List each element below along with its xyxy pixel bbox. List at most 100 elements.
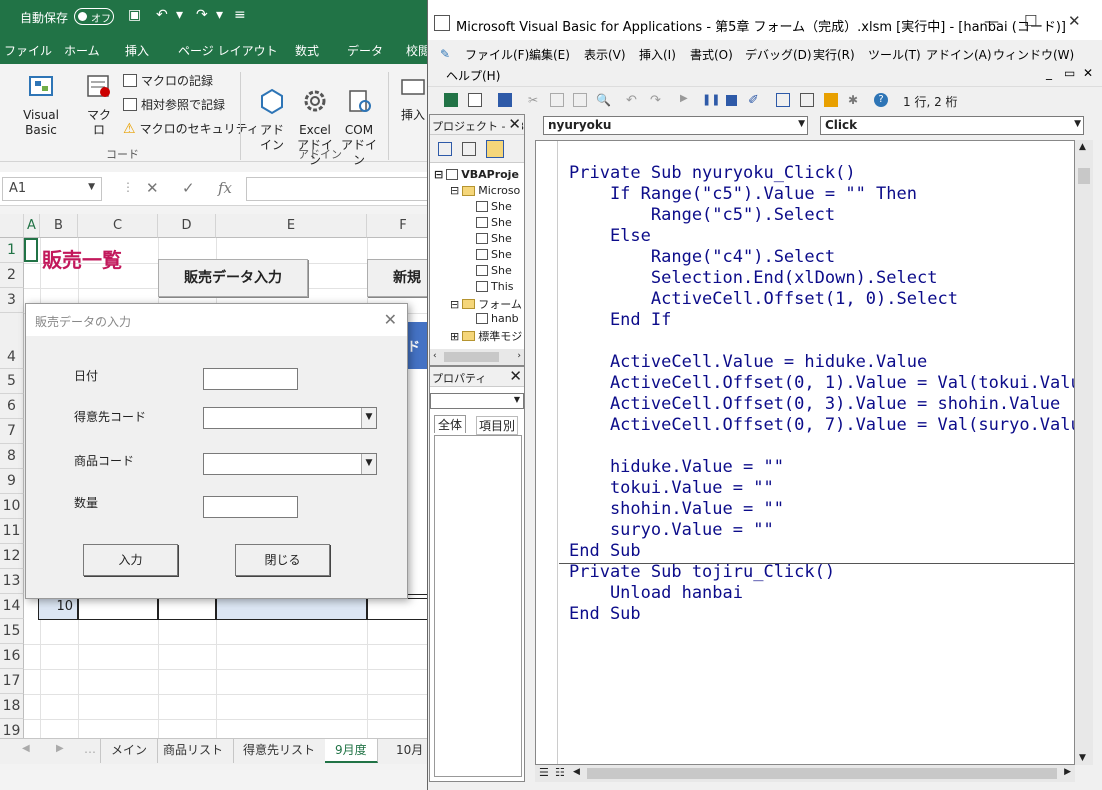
row-header[interactable]: 7 <box>0 419 24 444</box>
formula-input[interactable] <box>246 177 446 201</box>
undo-dropdown-icon[interactable]: ▾ <box>176 7 183 23</box>
tree-sheet[interactable]: She <box>476 216 512 229</box>
save-icon[interactable]: ▣ <box>128 7 141 23</box>
redo-icon[interactable]: ↷ <box>196 7 208 23</box>
tab-file[interactable]: ファイル <box>4 42 52 59</box>
paste-icon[interactable] <box>573 93 587 107</box>
chevron-down-icon[interactable]: ▼ <box>361 454 376 474</box>
code-vscroll[interactable]: ▲ ▼ <box>1075 140 1093 765</box>
menu-addins[interactable]: アドイン(A) <box>926 46 992 63</box>
tab-data[interactable]: データ <box>347 42 383 59</box>
row-header[interactable]: 14 <box>0 594 24 619</box>
run-icon[interactable]: ▶ <box>680 93 694 107</box>
relative-reference-button[interactable]: 相対参照で記録 <box>123 96 225 113</box>
tree-sheet[interactable]: She <box>476 232 512 245</box>
tab-page-layout[interactable]: ページ レイアウト <box>178 42 278 59</box>
cut-icon[interactable]: ✂ <box>528 93 542 107</box>
row-header[interactable]: 15 <box>0 619 24 644</box>
properties-tab-category[interactable]: 項目別 <box>476 416 519 435</box>
product-code-combo[interactable]: ▼ <box>203 453 377 475</box>
tree-excel-objects[interactable]: ⊟ Microso <box>450 184 520 197</box>
menu-debug[interactable]: デバッグ(D) <box>745 46 812 63</box>
scroll-left-icon[interactable]: ◀ <box>573 767 580 777</box>
stop-icon[interactable] <box>726 95 737 106</box>
select-all-corner[interactable] <box>0 214 24 238</box>
menu-run[interactable]: 実行(R) <box>813 46 855 63</box>
full-module-view-icon[interactable]: ☷ <box>555 766 565 779</box>
tree-sheet[interactable]: She <box>476 264 512 277</box>
com-addin-button[interactable]: COM アドイン <box>338 72 380 183</box>
quantity-input[interactable] <box>203 496 298 518</box>
properties-icon[interactable] <box>800 93 814 107</box>
procedure-view-icon[interactable]: ☰ <box>539 766 549 779</box>
column-header[interactable]: C <box>78 214 158 238</box>
properties-tab-all[interactable]: 全体 <box>434 415 467 433</box>
insert-userform-icon[interactable] <box>468 93 482 107</box>
menu-view[interactable]: 表示(V) <box>584 46 626 63</box>
code-editor[interactable]: Private Sub nyuryoku_Click() If Range("c… <box>535 140 1075 765</box>
more-sheets-icon[interactable]: … <box>84 742 96 756</box>
excel-addin-button[interactable]: Excel アドイン <box>294 72 336 183</box>
view-excel-icon[interactable] <box>444 93 458 107</box>
copy-icon[interactable] <box>550 93 564 107</box>
row-header[interactable]: 5 <box>0 369 24 394</box>
tree-sheet[interactable]: She <box>476 248 512 261</box>
sheet-tab-main[interactable]: メイン <box>100 739 159 763</box>
column-header[interactable]: A <box>24 214 40 238</box>
child-close-icon[interactable]: ✕ <box>1083 66 1093 80</box>
row-header[interactable]: 19 <box>0 719 24 738</box>
row-header[interactable]: 9 <box>0 469 24 494</box>
object-combo[interactable]: nyuryoku ▼ <box>543 116 808 135</box>
scroll-right-icon[interactable]: ▶ <box>56 743 64 754</box>
redo-dropdown-icon[interactable]: ▾ <box>216 7 223 23</box>
record-macro-button[interactable]: マクロの記録 <box>123 72 213 89</box>
row-header[interactable]: 1 <box>0 238 24 263</box>
project-explorer-icon[interactable] <box>776 93 790 107</box>
properties-object-combo[interactable]: ▼ <box>430 393 524 409</box>
close-form-button[interactable]: 閉じる <box>235 544 330 576</box>
code-margin[interactable] <box>536 141 558 764</box>
macro-security-button[interactable]: ⚠ マクロのセキュリティ <box>123 120 259 137</box>
menu-edit[interactable]: 編集(E) <box>529 46 570 63</box>
save-icon[interactable] <box>498 93 512 107</box>
chevron-down-icon[interactable]: ▼ <box>514 395 520 404</box>
row-header[interactable]: 4 <box>0 313 24 369</box>
menu-help[interactable]: ヘルプ(H) <box>446 67 500 84</box>
row-header[interactable]: 2 <box>0 263 24 288</box>
scroll-left-icon[interactable]: ◀ <box>22 743 30 754</box>
scroll-thumb[interactable] <box>1078 168 1090 184</box>
menu-insert[interactable]: 挿入(I) <box>639 46 676 63</box>
toolbox-icon[interactable]: ✱ <box>848 93 862 107</box>
find-icon[interactable]: 🔍 <box>596 93 611 107</box>
pause-icon[interactable]: ❚❚ <box>702 93 720 107</box>
menu-window[interactable]: ウィンドウ(W) <box>993 46 1074 63</box>
autosave-toggle[interactable]: オフ <box>74 8 114 25</box>
enter-formula-icon[interactable]: ✓ <box>182 179 195 197</box>
redo-icon[interactable]: ↷ <box>650 93 664 108</box>
scroll-thumb[interactable] <box>587 768 1057 779</box>
scroll-right-icon[interactable]: ▶ <box>1064 767 1071 777</box>
insert-control-button[interactable]: 挿入 <box>398 72 428 123</box>
chevron-down-icon[interactable]: ▼ <box>1074 119 1081 129</box>
chevron-down-icon[interactable]: ▼ <box>361 408 376 428</box>
active-cell-a1[interactable] <box>24 238 38 262</box>
row-header[interactable]: 18 <box>0 694 24 719</box>
customer-code-combo[interactable]: ▼ <box>203 407 377 429</box>
child-restore-icon[interactable]: ▭ <box>1064 66 1075 80</box>
column-header[interactable]: D <box>158 214 216 238</box>
date-input[interactable] <box>203 368 298 390</box>
tree-vbaproject[interactable]: ⊟ VBAProje <box>434 168 519 181</box>
input-button[interactable]: 入力 <box>83 544 178 576</box>
row-header[interactable]: 3 <box>0 288 24 313</box>
visual-basic-button[interactable]: Visual Basic <box>6 72 76 138</box>
row-header[interactable]: 16 <box>0 644 24 669</box>
tab-insert[interactable]: 挿入 <box>125 42 149 59</box>
menu-tools[interactable]: ツール(T) <box>868 46 921 63</box>
column-header[interactable]: B <box>40 214 78 238</box>
properties-grid[interactable] <box>434 435 522 777</box>
row-header[interactable]: 11 <box>0 519 24 544</box>
undo-icon[interactable]: ↶ <box>626 93 640 108</box>
object-browser-icon[interactable] <box>824 93 838 107</box>
sheet-tab-september[interactable]: 9月度 <box>325 739 378 763</box>
sheet-tab-products[interactable]: 商品リスト <box>153 739 235 763</box>
